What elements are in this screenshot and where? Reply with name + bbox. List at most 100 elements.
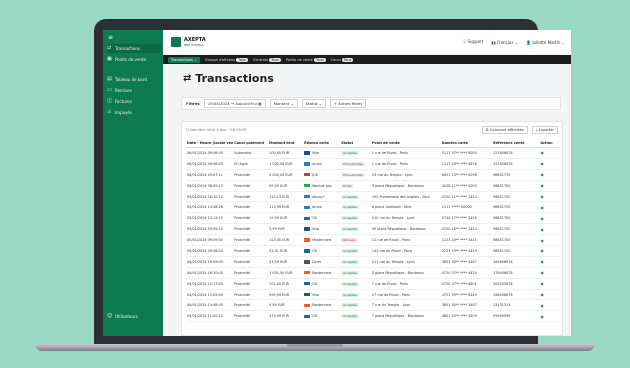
table-row[interactable]: 04/01/2024 16:20:00 Proximité 1 001,00 EUR… xyxy=(186,267,560,279)
table-row[interactable]: 04/01/2024 11:00:14 Proximité 179,99 EUR CB… xyxy=(186,310,560,323)
sidebar-item-tableau-de-bord[interactable]: ▤ Tableau de bord xyxy=(107,75,161,84)
table-cell: Proximité xyxy=(233,289,269,301)
alert-icon: ⚠ xyxy=(107,109,112,115)
page-title: ⇄ Transactions xyxy=(183,72,274,85)
filter-groupe[interactable]: Groupe d'affaires Tous xyxy=(205,57,248,62)
card-network-label: Diner xyxy=(312,259,322,264)
table-cell: CB xyxy=(303,310,341,323)
table-row[interactable]: 05/01/2024 13:13:10 Proximité 19,99 EUR CB A… xyxy=(186,212,560,225)
amount-select[interactable]: Montant ⌄ xyxy=(269,99,298,108)
view-eye-icon[interactable]: ◉ xyxy=(540,281,544,286)
action-cell: ◉ xyxy=(539,267,560,279)
column-header[interactable]: Action xyxy=(539,139,560,148)
table-cell: Echec xyxy=(340,180,371,192)
card-network-icon xyxy=(304,194,311,199)
sidebar-item-remises[interactable]: ▭ Remises xyxy=(107,86,161,95)
filter-contrats[interactable]: Contrats Tous xyxy=(253,57,281,62)
table-row[interactable]: 05/01/2024 09:09:10 Proximité 3,99 EUR Visa… xyxy=(186,223,560,236)
table-cell: Acceptée xyxy=(340,256,371,268)
view-eye-icon[interactable]: ◉ xyxy=(540,183,544,188)
menu-icon[interactable]: ≡ xyxy=(108,34,114,41)
update-text: Dernière mise à jour : 08:03:59 xyxy=(190,128,247,132)
column-header[interactable]: Point de vente xyxy=(370,139,441,148)
brand-subtitle: BNP PARIBAS xyxy=(184,43,204,47)
table-cell: 99,00 EUR xyxy=(268,180,304,192)
view-eye-icon[interactable]: ◉ xyxy=(540,292,544,297)
table-row[interactable]: 06/01/2024 09:08:00 En ligne 1 000,00 EUR A… xyxy=(186,158,560,170)
view-eye-icon[interactable]: ◉ xyxy=(540,248,544,253)
table-cell: Proximité xyxy=(233,310,269,323)
column-header[interactable]: Réseau carte xyxy=(303,139,341,148)
sidebar-item-utilisateurs[interactable]: ☺ Utilisateurs xyxy=(107,312,161,321)
column-header[interactable]: Montant brut xyxy=(268,139,304,148)
card-network-label: CB xyxy=(312,281,317,286)
table-cell: 3801 30** **** 3467 xyxy=(440,299,493,312)
status-select[interactable]: Statut ⌄ xyxy=(301,99,326,108)
user-menu[interactable]: 👤 Juliette Martin ⌄ xyxy=(526,40,565,45)
table-cell: Acceptée xyxy=(340,310,371,323)
export-button[interactable]: ⤓ Exporter xyxy=(531,126,558,134)
view-eye-icon[interactable]: ◉ xyxy=(540,161,544,166)
view-eye-icon[interactable]: ◉ xyxy=(540,270,544,275)
table-row[interactable]: 06/01/2024 09:07:11 Proximité 4 000,00 EUR… xyxy=(186,169,560,181)
card-network-label: Mastercard xyxy=(312,238,332,243)
action-cell: ◉ xyxy=(539,278,560,290)
table-cell: Acceptée xyxy=(340,147,371,159)
support-link[interactable]: ⓘ Support xyxy=(462,39,483,45)
table-row[interactable]: 04/01/2024 15:09:00 Proximité 999,99 EUR Vi… xyxy=(186,289,560,301)
card-network-icon xyxy=(304,270,311,275)
language-select[interactable]: ▮▮ Français ⌄ xyxy=(491,40,518,45)
view-eye-icon[interactable]: ◉ xyxy=(540,172,544,177)
table-row[interactable]: 04/01/2024 16:09:00 Proximité 33,59 EUR Din… xyxy=(186,256,560,268)
status-badge: Acceptée xyxy=(341,292,359,297)
column-header[interactable]: Statut xyxy=(340,139,371,148)
table-cell: 98651700 xyxy=(492,201,540,214)
column-header[interactable]: Numéro carte xyxy=(440,139,493,148)
table-cell: Diner xyxy=(303,256,341,268)
view-eye-icon[interactable]: ◉ xyxy=(540,227,544,232)
table-cell: 123456678 xyxy=(492,147,540,159)
table-row[interactable]: 06/01/2024 09:08:00 Automate 100,00 EUR Vis… xyxy=(186,147,560,159)
date-range-input[interactable]: 19/04/2024 → Aujourd'hui ▦ xyxy=(203,99,266,108)
table-cell: 98651700 xyxy=(492,245,540,257)
view-eye-icon[interactable]: ◉ xyxy=(540,205,544,210)
view-eye-icon[interactable]: ◉ xyxy=(540,259,544,264)
view-eye-icon[interactable]: ◉ xyxy=(540,238,544,243)
table-row[interactable]: 04/01/2024 14:08:00 Proximité 9,99 EUR Mast… xyxy=(186,299,560,312)
sidebar-item-points-de-vente[interactable]: ▣ Points de vente xyxy=(107,55,161,64)
view-eye-icon[interactable]: ◉ xyxy=(540,216,544,221)
column-header[interactable]: Date - Heure (locale vente) xyxy=(186,139,234,148)
filter-canal[interactable]: Canal Tous xyxy=(331,57,354,62)
more-filters-button[interactable]: + Autres filtres xyxy=(329,99,367,108)
filter-points-de-vente[interactable]: Points de vente Tous xyxy=(286,57,326,62)
card-network-icon xyxy=(304,249,311,253)
sidebar-item-label: Remises xyxy=(115,88,132,93)
view-eye-icon[interactable]: ◉ xyxy=(540,150,544,155)
action-cell: ◉ xyxy=(539,147,560,159)
table-cell: 123456678 xyxy=(492,158,540,170)
columns-button[interactable]: ⚙ Colonnes affichées xyxy=(481,126,528,134)
sidebar-item-label: Utilisateurs xyxy=(115,314,138,319)
table-row[interactable]: 05/01/2024 09:09:00 Proximité 123,45 EUR Ma… xyxy=(186,234,560,247)
table-row[interactable]: 05/01/2024 14:58:26 Proximité 113,99 EUR Am… xyxy=(186,201,560,214)
sidebar-item-transactions[interactable]: ⇄ Transactions xyxy=(107,44,161,53)
column-header[interactable]: Référence vente xyxy=(492,139,540,148)
table-cell: Proximité xyxy=(233,245,269,257)
table-row[interactable]: 05/01/2024 16:10:10 Proximité 115,13 EUR Al… xyxy=(186,191,560,203)
view-eye-icon[interactable]: ◉ xyxy=(540,314,544,319)
column-header[interactable]: Canal paiement xyxy=(233,139,269,148)
table-cell: 98651700 xyxy=(492,191,540,203)
filter-transactions[interactable]: Transactions ⌄ xyxy=(168,56,200,63)
table-row[interactable]: 05/01/2024 09:08:00 Proximité 33,41 EUR CB A… xyxy=(186,245,560,257)
sidebar-item-impayes[interactable]: ⚠ Impayés xyxy=(107,108,161,117)
view-eye-icon[interactable]: ◉ xyxy=(540,303,544,308)
view-eye-icon[interactable]: ◉ xyxy=(540,194,544,199)
table-cell: Refusée xyxy=(340,234,371,247)
table-cell: 4720 18** **** 3424 xyxy=(440,223,493,236)
table-row[interactable]: 06/01/2024 08:09:13 Proximité 99,00 EUR Wec… xyxy=(186,180,560,192)
table-cell: Acceptée xyxy=(340,289,371,301)
sidebar-item-factures[interactable]: ◫ Factures xyxy=(107,97,161,106)
table-row[interactable]: 04/01/2024 15:17:00 Proximité 101,00 EUR CB… xyxy=(186,278,560,290)
table-cell: 98651700 xyxy=(492,234,540,247)
card-network-label: Mastercard xyxy=(312,270,332,275)
